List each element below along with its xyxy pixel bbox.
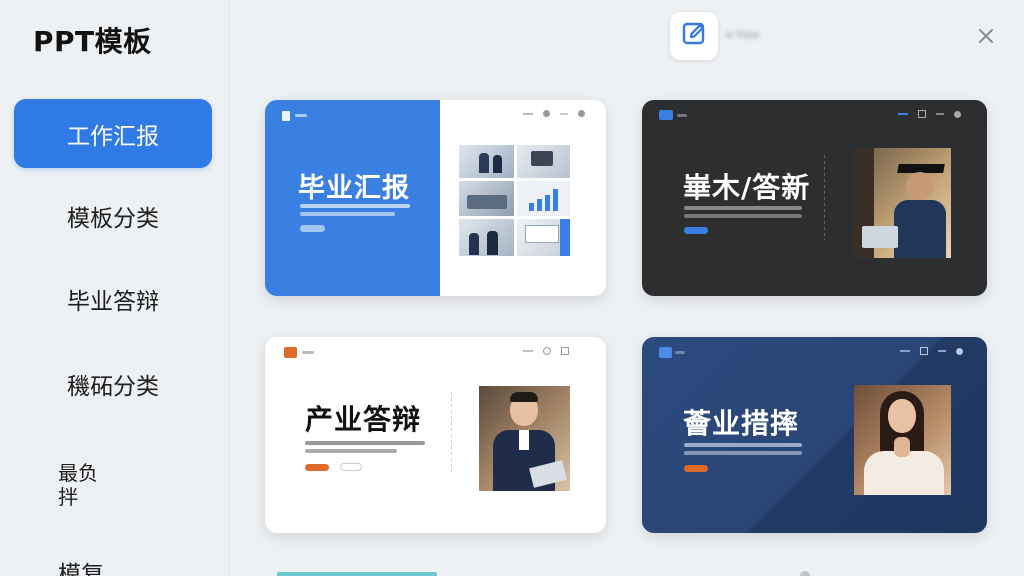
thumbnail-photo xyxy=(517,219,570,256)
close-button[interactable] xyxy=(974,26,998,50)
sidebar-item-template-category[interactable]: 模板分类 xyxy=(14,181,212,250)
sidebar-item-label: 最负 拌 xyxy=(58,460,98,509)
card-desc-line xyxy=(300,212,395,216)
card-title: 产业答辩 xyxy=(305,403,422,436)
card-mini-nav xyxy=(523,347,569,355)
card-title: 崋木/答新 xyxy=(683,171,811,204)
woman-photo xyxy=(854,385,951,495)
card-desc-line xyxy=(300,204,410,208)
card-mini-nav xyxy=(900,347,963,355)
bar-chart-thumbnail xyxy=(517,181,570,216)
sidebar-item-label: 工作汇报 xyxy=(67,123,159,150)
sidebar-item-latest[interactable]: 最负 拌 xyxy=(14,450,194,519)
sidebar-item-more[interactable]: 模复 xyxy=(14,552,194,576)
sidebar-title: PPT模板 xyxy=(33,25,152,58)
logo-icon xyxy=(282,111,290,121)
sidebar-item-label: 模板分类 xyxy=(67,205,159,232)
divider xyxy=(451,392,452,472)
card-title: 薈业措摔 xyxy=(683,407,800,440)
card-desc-line xyxy=(684,206,802,210)
sidebar: PPT模板 工作汇报 模板分类 毕业答辩 穖砳分类 最负 拌 模复 xyxy=(0,0,229,576)
sidebar-item-graduation-defense[interactable]: 毕业答辩 xyxy=(14,264,212,333)
thumbnail-photo xyxy=(517,145,570,178)
card-mini-nav xyxy=(523,110,585,117)
card-title: 毕业汇报 xyxy=(298,173,410,204)
sidebar-item-label: 毕业答辩 xyxy=(67,288,159,315)
logo-icon xyxy=(659,347,672,358)
logo-text-line xyxy=(677,114,687,117)
sidebar-item-label: 模复 xyxy=(58,562,104,576)
logo-text-line xyxy=(675,351,685,354)
next-card-peek xyxy=(800,571,810,576)
template-card-graduation-report[interactable]: 毕业汇报 xyxy=(265,100,606,296)
businessman-photo xyxy=(479,386,570,491)
card-secondary-pill xyxy=(340,463,362,471)
logo-text-line xyxy=(295,114,307,117)
thumbnail-photo xyxy=(459,145,514,178)
card-desc-line xyxy=(684,451,802,455)
divider xyxy=(824,155,825,240)
card-desc-line xyxy=(305,449,397,453)
card-button-pill xyxy=(684,227,708,234)
logo-icon xyxy=(659,110,673,120)
card-desc-line xyxy=(305,441,425,445)
template-card-dark[interactable]: 崋木/答新 xyxy=(642,100,987,296)
top-label: e lilaa xyxy=(726,28,759,41)
card-button-pill xyxy=(684,465,708,472)
template-card-industry-defense[interactable]: 产业答辩 xyxy=(265,337,606,533)
thumbnail-photo xyxy=(459,181,514,216)
sidebar-item-category-2[interactable]: 穖砳分类 xyxy=(14,349,212,418)
edit-icon xyxy=(681,21,707,51)
sidebar-item-work-report[interactable]: 工作汇报 xyxy=(14,99,212,168)
card-button-pill xyxy=(300,225,325,232)
close-icon xyxy=(977,27,995,49)
graduate-photo xyxy=(854,148,951,258)
next-card-peek xyxy=(277,572,437,576)
logo-icon xyxy=(284,347,297,358)
card-mini-nav xyxy=(898,110,961,118)
card-desc-line xyxy=(684,214,802,218)
template-card-navy[interactable]: 薈业措摔 xyxy=(642,337,987,533)
card-button-pill xyxy=(305,464,329,471)
edit-button[interactable] xyxy=(670,12,718,60)
sidebar-item-label: 穖砳分类 xyxy=(67,373,159,400)
card-desc-line xyxy=(684,443,802,447)
thumbnail-photo xyxy=(459,219,514,256)
logo-text-line xyxy=(302,351,314,354)
